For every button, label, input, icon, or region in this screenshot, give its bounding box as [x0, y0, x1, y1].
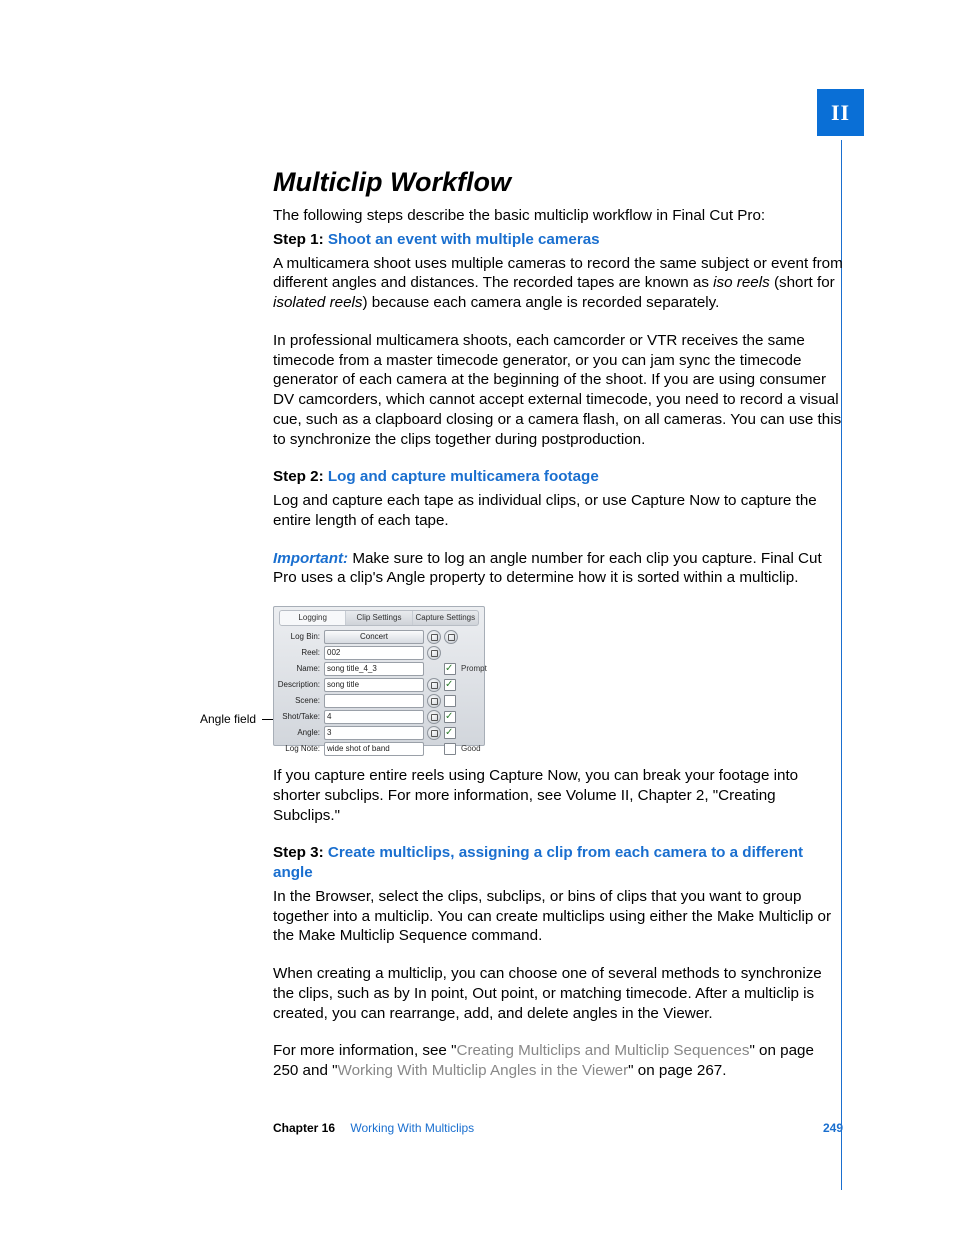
log-note-field[interactable]: wide shot of band [324, 742, 424, 756]
good-label: Good [461, 744, 497, 754]
slate-icon[interactable] [427, 646, 441, 660]
angle-checkbox[interactable] [444, 727, 456, 739]
step-label: Step 3: [273, 844, 324, 861]
step3-paragraph-2: When creating a multiclip, you can choos… [273, 964, 843, 1023]
row-shot-take: Shot/Take: 4 [277, 710, 481, 724]
step1-heading: Step 1: Shoot an event with multiple cam… [273, 230, 843, 250]
important-label: Important: [273, 550, 348, 567]
prompt-checkbox[interactable] [444, 663, 456, 675]
row-description: Description: song title [277, 678, 481, 692]
step1-paragraph-2: In professional multicamera shoots, each… [273, 331, 843, 450]
screenshot-row: Angle field Logging Clip Settings Captur… [273, 606, 843, 748]
label-reel: Reel: [277, 648, 321, 658]
label-scene: Scene: [277, 696, 321, 706]
step3-paragraph-3: For more information, see "Creating Mult… [273, 1041, 843, 1081]
section-title: Multiclip Workflow [273, 165, 843, 200]
term-isolated-reels: isolated reels [273, 294, 363, 311]
scene-checkbox[interactable] [444, 695, 456, 707]
footer-left: Chapter 16 Working With Multiclips [273, 1121, 474, 1135]
text: (short for [770, 274, 835, 291]
scene-field[interactable] [324, 694, 424, 708]
chapter-label: Chapter 16 [273, 1121, 335, 1135]
step2-paragraph-after-panel: If you capture entire reels using Captur… [273, 766, 843, 825]
description-checkbox[interactable] [444, 679, 456, 691]
page-footer: Chapter 16 Working With Multiclips 249 [273, 1121, 843, 1135]
step2-heading: Step 2: Log and capture multicamera foot… [273, 467, 843, 487]
step-label: Step 1: [273, 231, 324, 248]
intro-paragraph: The following steps describe the basic m… [273, 206, 843, 226]
label-shot-take: Shot/Take: [277, 712, 321, 722]
row-angle: Angle: 3 [277, 726, 481, 740]
shot-take-field[interactable]: 4 [324, 710, 424, 724]
row-name: Name: song title_4_3 Prompt [277, 662, 481, 676]
slate-icon[interactable] [427, 726, 441, 740]
log-bin-button[interactable]: Concert [324, 630, 424, 644]
step-title: Shoot an event with multiple cameras [328, 231, 600, 248]
page-number: 249 [823, 1121, 843, 1135]
label-description: Description: [277, 680, 321, 690]
step-title: Create multiclips, assigning a clip from… [273, 844, 803, 881]
row-log-bin: Log Bin: Concert [277, 630, 481, 644]
text: ) because each camera angle is recorded … [363, 294, 720, 311]
panel-tabs: Logging Clip Settings Capture Settings [279, 610, 479, 626]
step3-paragraph-1: In the Browser, select the clips, subcli… [273, 887, 843, 946]
label-log-note: Log Note: [277, 744, 321, 754]
angle-field[interactable]: 3 [324, 726, 424, 740]
up-bin-icon[interactable] [427, 630, 441, 644]
reel-field[interactable]: 002 [324, 646, 424, 660]
xref-working-with-angles[interactable]: Working With Multiclip Angles in the Vie… [338, 1062, 629, 1079]
chapter-title: Working With Multiclips [350, 1121, 474, 1135]
row-reel: Reel: 002 [277, 646, 481, 660]
callout-angle-field: Angle field [200, 712, 256, 728]
xref-creating-multiclips[interactable]: Creating Multiclips and Multiclip Sequen… [457, 1042, 750, 1059]
step2-paragraph-1: Log and capture each tape as individual … [273, 491, 843, 531]
row-log-note: Log Note: wide shot of band Good [277, 742, 481, 756]
term-iso-reels: iso reels [713, 274, 770, 291]
important-text: Make sure to log an angle number for eac… [273, 550, 822, 587]
new-bin-icon[interactable] [444, 630, 458, 644]
good-checkbox[interactable] [444, 743, 456, 755]
tab-capture-settings[interactable]: Capture Settings [413, 611, 478, 625]
shot-take-checkbox[interactable] [444, 711, 456, 723]
prompt-label: Prompt [461, 664, 497, 674]
page-content: Multiclip Workflow The following steps d… [273, 165, 843, 1099]
slate-icon[interactable] [427, 694, 441, 708]
panel-rows: Log Bin: Concert Reel: 002 Name: song ti… [277, 630, 481, 758]
text: For more information, see " [273, 1042, 457, 1059]
slate-icon[interactable] [427, 678, 441, 692]
step-title: Log and capture multicamera footage [328, 468, 599, 485]
label-name: Name: [277, 664, 321, 674]
step3-heading: Step 3: Create multiclips, assigning a c… [273, 843, 843, 883]
logging-panel: Logging Clip Settings Capture Settings L… [273, 606, 485, 746]
name-field[interactable]: song title_4_3 [324, 662, 424, 676]
tab-logging[interactable]: Logging [280, 611, 346, 625]
step-label: Step 2: [273, 468, 324, 485]
important-note: Important: Make sure to log an angle num… [273, 549, 843, 589]
slate-icon[interactable] [427, 710, 441, 724]
step1-paragraph-1: A multicamera shoot uses multiple camera… [273, 254, 843, 313]
label-log-bin: Log Bin: [277, 632, 321, 642]
part-tab: II [817, 89, 864, 136]
row-scene: Scene: [277, 694, 481, 708]
tab-clip-settings[interactable]: Clip Settings [346, 611, 412, 625]
label-angle: Angle: [277, 728, 321, 738]
description-field[interactable]: song title [324, 678, 424, 692]
text: " on page 267. [628, 1062, 726, 1079]
